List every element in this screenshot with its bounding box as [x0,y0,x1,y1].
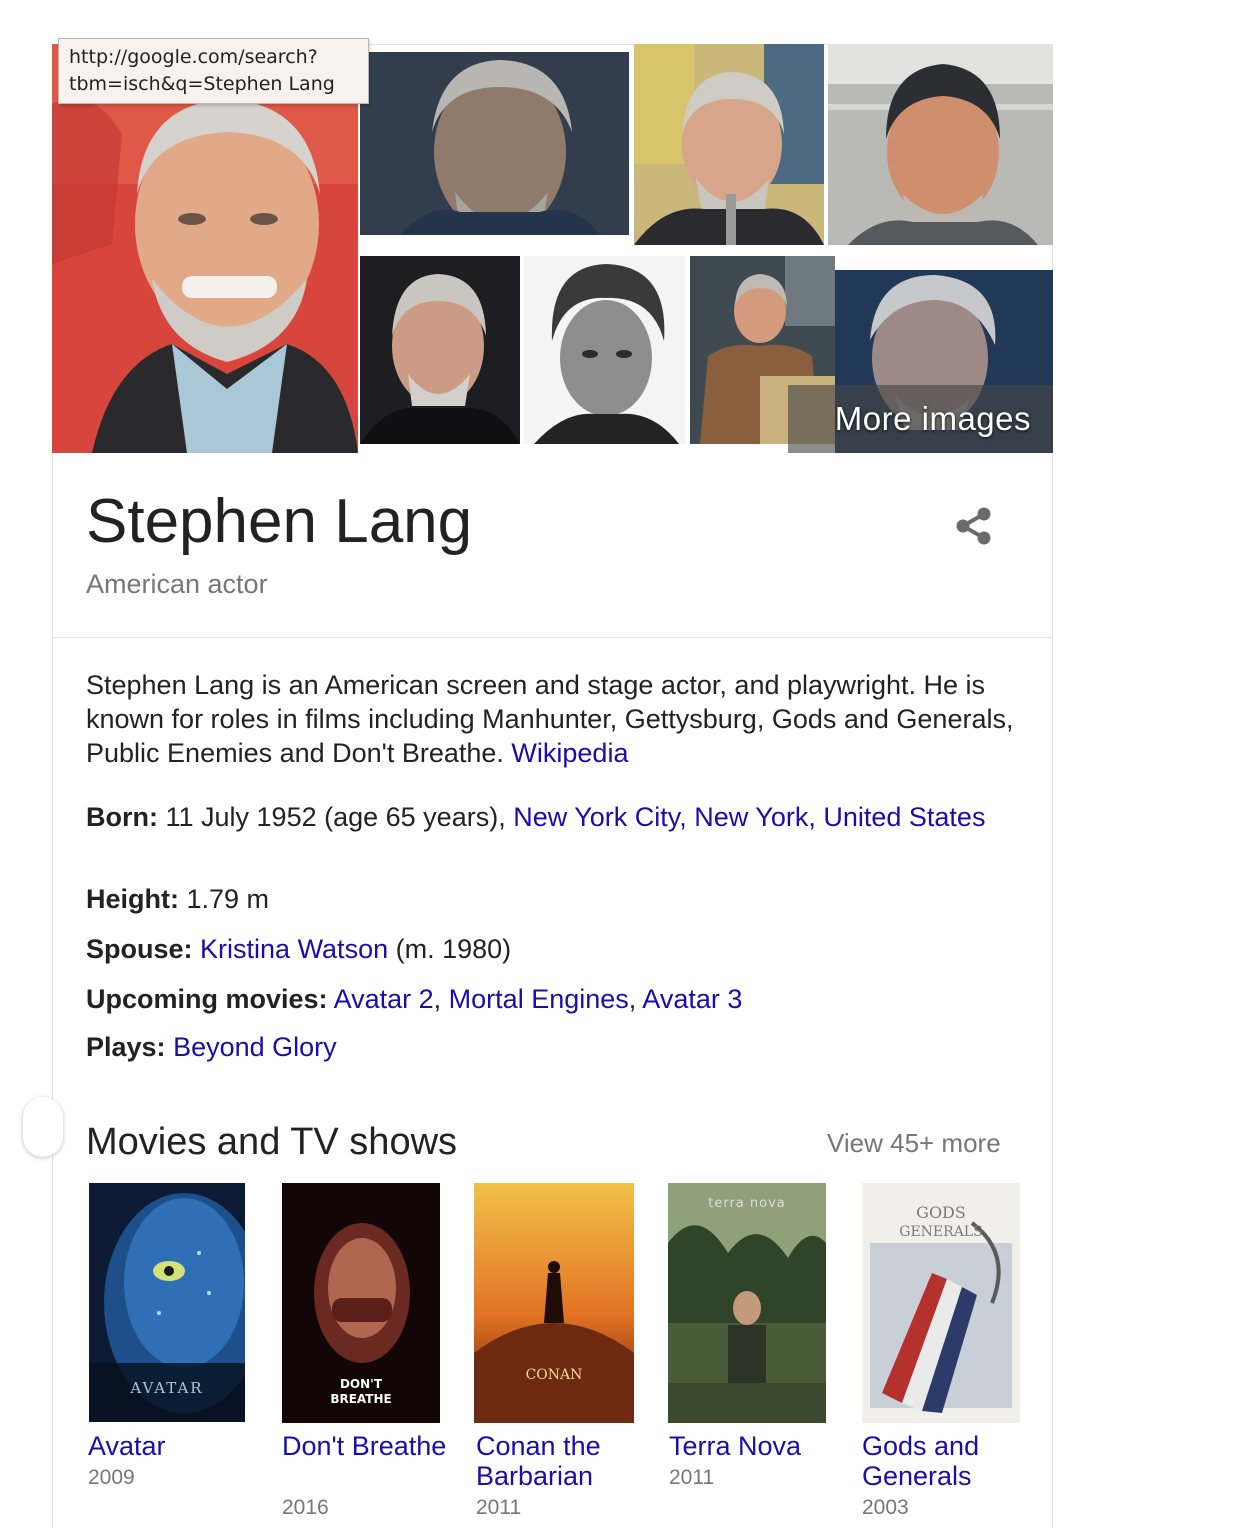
movie-poster-dont-breathe[interactable]: DON'T BREATHE [282,1183,440,1423]
poster-text-dont-breathe: DON'T [340,1377,383,1391]
movie-title-conan[interactable]: Conan the Barbarian [476,1431,651,1491]
poster-text-conan: CONAN [526,1367,583,1383]
actor-photo-6[interactable] [524,256,685,444]
movie-year-terra-nova: 2011 [669,1466,715,1489]
wikipedia-link[interactable]: Wikipedia [511,738,628,768]
movies-section-title: Movies and TV shows [86,1121,458,1163]
fact-spouse-extra: (m. 1980) [395,934,512,964]
poster-text-dont-breathe-2: BREATHE [330,1392,391,1406]
fact-height-label: Height: [86,884,179,914]
poster-text-generals: GENERALS [899,1224,982,1240]
movie-year-dont-breathe: 2016 [282,1496,329,1519]
actor-photo-2[interactable] [360,52,629,235]
movie-title-dont-breathe[interactable]: Don't Breathe [282,1431,457,1461]
movie-year-avatar: 2009 [88,1466,135,1489]
movie-poster-conan[interactable]: CONAN [474,1183,634,1423]
poster-text-avatar: AVATAR [129,1379,203,1397]
fact-spouse: Spouse: Kristina Watson (m. 1980) [86,932,986,966]
more-images-button[interactable]: More images [788,385,1053,453]
upcoming-movie-link-2[interactable]: Mortal Engines [449,984,629,1014]
header-divider [52,637,1053,638]
entity-description: Stephen Lang is an American screen and s… [86,668,1026,770]
fact-plays: Plays: Beyond Glory [86,1030,986,1064]
movie-title-gods-and-generals[interactable]: Gods and Generals [862,1431,1037,1491]
movie-poster-gods-and-generals[interactable]: GODS GENERALS [862,1183,1020,1423]
view-more-movies-link[interactable]: View 45+ more [827,1128,1001,1159]
upcoming-sep-1: , [433,984,442,1014]
share-icon [956,507,991,545]
fact-born: Born: 11 July 1952 (age 65 years), New Y… [86,800,986,834]
fact-plays-link[interactable]: Beyond Glory [173,1032,337,1062]
fact-height: Height: 1.79 m [86,882,986,916]
entity-title: Stephen Lang [86,487,473,556]
upcoming-movie-link-3[interactable]: Avatar 3 [642,984,742,1014]
actor-photo-5[interactable] [360,256,520,444]
movie-year-gods-and-generals: 2003 [862,1496,909,1519]
poster-text-terra-nova: terra nova [708,1196,786,1211]
upcoming-movie-link-1[interactable]: Avatar 2 [334,984,434,1014]
actor-photo-3[interactable] [634,44,824,245]
main-actor-photo[interactable] [52,44,358,453]
more-images-label: More images [834,400,1031,437]
actor-photo-4[interactable] [828,44,1053,245]
movie-poster-terra-nova[interactable]: terra nova [668,1183,826,1423]
fact-plays-label: Plays: [86,1032,166,1062]
fact-upcoming-label: Upcoming movies: [86,984,328,1014]
fact-born-place-link[interactable]: New York City, New York, United States [513,802,985,832]
fact-spouse-label: Spouse: [86,934,193,964]
movie-title-avatar[interactable]: Avatar [88,1431,263,1461]
movie-poster-avatar[interactable]: AVATAR [89,1183,245,1422]
tooltip-line-2: tbm=isch&q=Stephen Lang [69,73,335,95]
url-tooltip: http://google.com/search? tbm=isch&q=Ste… [58,38,369,104]
fact-born-value: 11 July 1952 (age 65 years), [165,802,506,832]
fact-spouse-link[interactable]: Kristina Watson [200,934,388,964]
upcoming-sep-2: , [628,984,637,1014]
movie-title-terra-nova[interactable]: Terra Nova [669,1431,844,1461]
tooltip-line-1: http://google.com/search? [69,46,318,68]
fact-born-label: Born: [86,802,158,832]
entity-subtitle: American actor [86,569,268,599]
movie-year-conan: 2011 [476,1496,522,1519]
fact-height-value: 1.79 m [186,884,270,914]
poster-text-gods: GODS [916,1203,966,1222]
share-button[interactable] [950,502,998,550]
side-scroll-handle[interactable] [23,1097,63,1157]
fact-upcoming-movies: Upcoming movies: Avatar 2, Mortal Engine… [86,982,986,1016]
